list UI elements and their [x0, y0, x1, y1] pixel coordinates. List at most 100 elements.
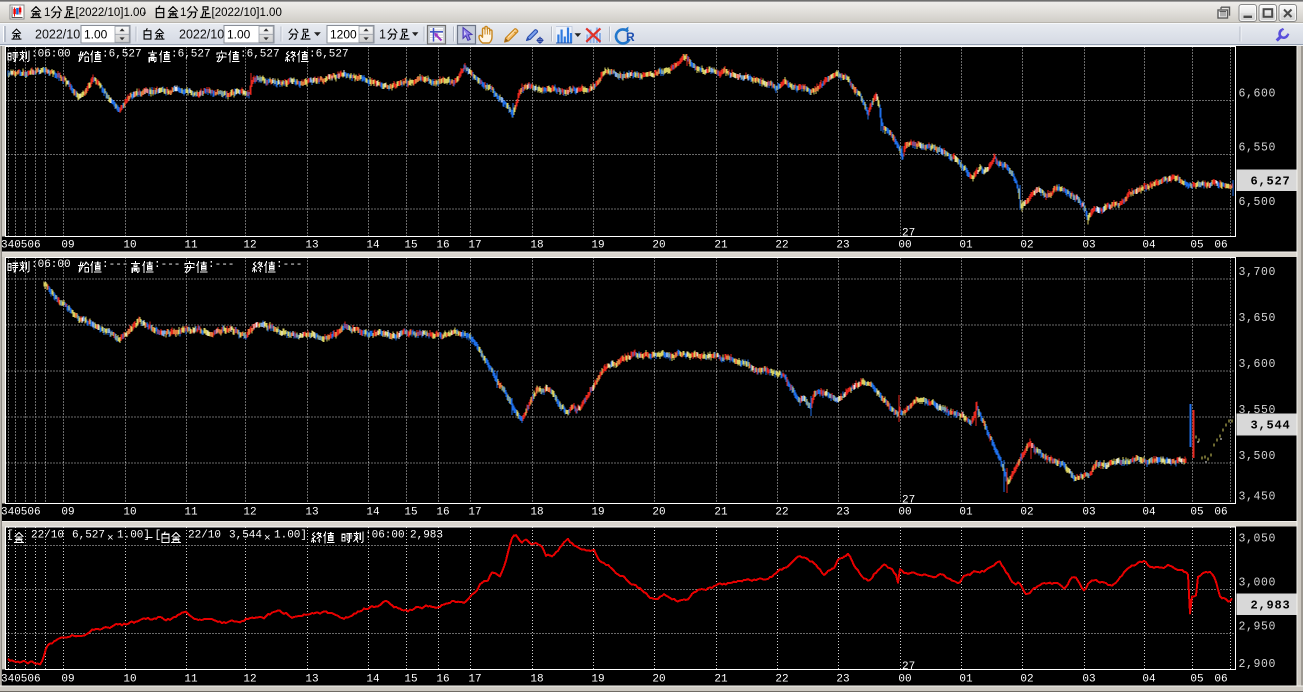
svg-text:01: 01	[959, 673, 973, 685]
svg-text:10: 10	[123, 673, 136, 685]
svg-text:06: 06	[1214, 239, 1227, 251]
svg-text:11: 11	[184, 506, 198, 518]
svg-text:3,544: 3,544	[1250, 419, 1290, 433]
svg-text:27: 27	[902, 494, 915, 506]
svg-text:11: 11	[184, 239, 198, 251]
svg-text:20: 20	[652, 673, 665, 685]
svg-text:2,950: 2,950	[1239, 620, 1277, 633]
svg-text:14: 14	[366, 239, 380, 251]
svg-text:340506: 340506	[1, 673, 41, 685]
svg-text:340506: 340506	[1, 506, 41, 518]
svg-text:3,500: 3,500	[1239, 450, 1277, 463]
svg-text:06: 06	[1214, 506, 1227, 518]
svg-text:13: 13	[305, 506, 318, 518]
svg-text:[: [	[155, 530, 162, 542]
svg-text:15: 15	[404, 673, 417, 685]
svg-text:1.00: 1.00	[84, 27, 108, 41]
svg-text:6,550: 6,550	[1239, 141, 1277, 154]
svg-text:23: 23	[836, 239, 849, 251]
svg-text:1.00]: 1.00]	[274, 530, 307, 542]
svg-text:15: 15	[404, 506, 417, 518]
svg-text:-: -	[143, 7, 147, 19]
svg-text:02: 02	[1020, 673, 1033, 685]
svg-text:1: 1	[44, 7, 50, 19]
svg-text::---: :---	[208, 259, 234, 271]
svg-text:05: 05	[1190, 673, 1203, 685]
svg-text:1.00]: 1.00]	[117, 530, 150, 542]
svg-text:21: 21	[714, 673, 728, 685]
svg-text:1200: 1200	[330, 27, 357, 41]
svg-text:17: 17	[468, 673, 481, 685]
svg-text:2022/10: 2022/10	[179, 27, 224, 41]
svg-text:[2022/10]1.00: [2022/10]1.00	[212, 7, 282, 19]
svg-text::06:00: :06:00	[31, 49, 71, 61]
svg-text:19: 19	[591, 673, 604, 685]
svg-text:01: 01	[959, 506, 973, 518]
svg-text:17: 17	[468, 506, 481, 518]
svg-text:18: 18	[530, 673, 543, 685]
svg-text:12: 12	[243, 506, 256, 518]
svg-text:R: R	[626, 30, 635, 44]
svg-text:[2022/10]1.00: [2022/10]1.00	[76, 7, 146, 19]
svg-text:00: 00	[898, 506, 911, 518]
svg-text:6,500: 6,500	[1239, 196, 1277, 209]
svg-text:6,527: 6,527	[1250, 175, 1290, 189]
svg-text:3,700: 3,700	[1239, 266, 1277, 279]
svg-text:22: 22	[775, 239, 788, 251]
svg-text:06: 06	[1214, 673, 1227, 685]
svg-text:23: 23	[836, 673, 849, 685]
svg-text::06:00: :06:00	[365, 530, 405, 542]
svg-text::---: :---	[276, 259, 302, 271]
svg-text:11: 11	[184, 673, 198, 685]
svg-text:18: 18	[530, 506, 543, 518]
svg-text:×: ×	[107, 533, 114, 545]
svg-text:10: 10	[123, 239, 136, 251]
svg-text:27: 27	[902, 661, 915, 673]
svg-text:3,650: 3,650	[1239, 312, 1277, 325]
svg-text:22: 22	[775, 506, 788, 518]
svg-text:3,450: 3,450	[1239, 490, 1277, 503]
svg-text:01: 01	[959, 239, 973, 251]
svg-text:3,000: 3,000	[1239, 576, 1277, 589]
svg-text:18: 18	[530, 239, 543, 251]
svg-text:21: 21	[714, 239, 728, 251]
svg-text:[: [	[7, 530, 14, 542]
svg-text:04: 04	[1142, 239, 1156, 251]
svg-text:2,983: 2,983	[1250, 599, 1290, 613]
svg-text:16: 16	[436, 239, 449, 251]
svg-text:05: 05	[1190, 506, 1203, 518]
svg-text:2,983: 2,983	[410, 530, 443, 542]
svg-text:09: 09	[61, 506, 74, 518]
svg-text:3,600: 3,600	[1239, 358, 1277, 371]
svg-text:1.00: 1.00	[227, 27, 251, 41]
svg-text:03: 03	[1082, 506, 1095, 518]
svg-text:14: 14	[366, 506, 380, 518]
svg-text:3,050: 3,050	[1239, 532, 1277, 545]
svg-text:09: 09	[61, 673, 74, 685]
svg-text:20: 20	[652, 506, 665, 518]
svg-text:1: 1	[379, 27, 386, 41]
svg-text:6,527: 6,527	[72, 530, 105, 542]
svg-text:6,600: 6,600	[1239, 87, 1277, 100]
svg-text:340506: 340506	[1, 239, 41, 251]
svg-text::06:00: :06:00	[31, 259, 71, 271]
svg-text:13: 13	[305, 673, 318, 685]
svg-text:12: 12	[243, 673, 256, 685]
svg-text:02: 02	[1020, 239, 1033, 251]
svg-text:17: 17	[468, 239, 481, 251]
svg-text:2,900: 2,900	[1239, 658, 1277, 671]
svg-text:×: ×	[264, 533, 271, 545]
svg-text:16: 16	[436, 506, 449, 518]
svg-text:10: 10	[123, 506, 136, 518]
svg-text::---: :---	[102, 259, 128, 271]
svg-text::---: :---	[154, 259, 180, 271]
svg-text:1: 1	[180, 7, 186, 19]
svg-text:00: 00	[898, 239, 911, 251]
svg-text:23: 23	[836, 506, 849, 518]
svg-text:19: 19	[591, 239, 604, 251]
svg-text:19: 19	[591, 506, 604, 518]
svg-text::6,527: :6,527	[240, 49, 280, 61]
svg-text:22/10: 22/10	[31, 530, 64, 542]
svg-text:22: 22	[775, 673, 788, 685]
svg-text::6,527: :6,527	[102, 49, 142, 61]
